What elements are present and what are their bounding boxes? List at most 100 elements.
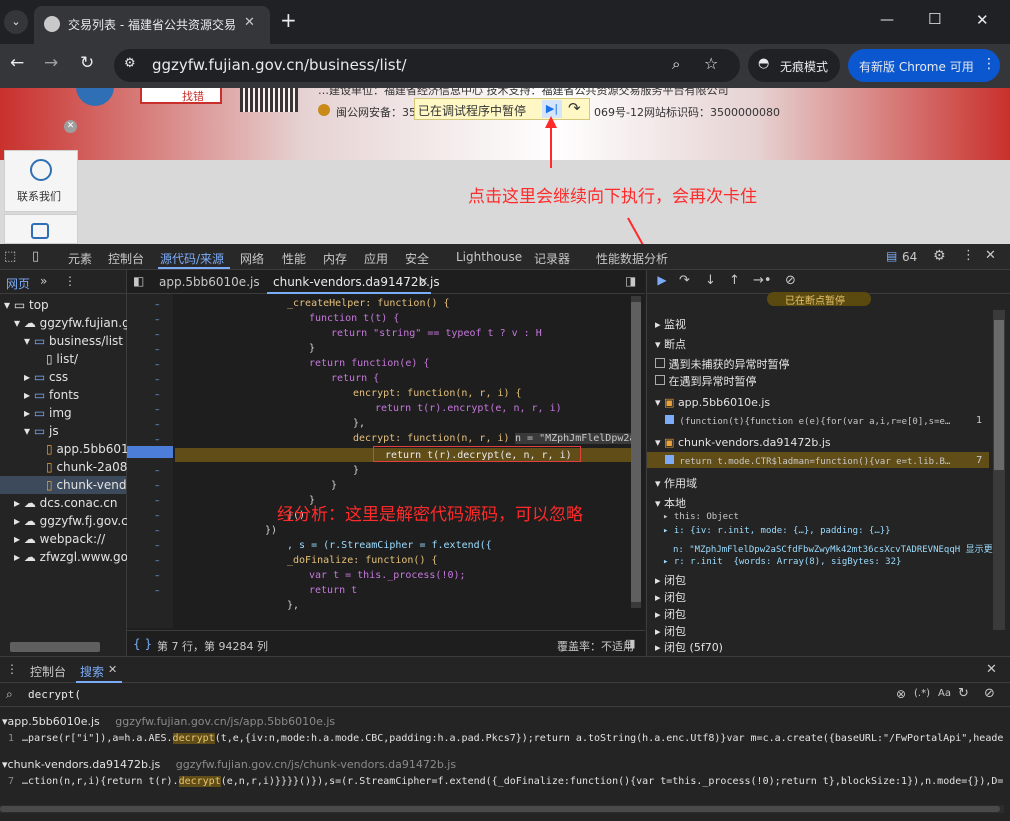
breakpoints-section[interactable]: ▾ 断点 bbox=[655, 336, 686, 352]
result-file-app[interactable]: ▾app.5bb6010e.js ggzyfw.fujian.gov.cn/js… bbox=[2, 715, 335, 728]
close-devtools-icon[interactable]: ✕ bbox=[985, 248, 996, 263]
scope-section[interactable]: ▾ 作用域 bbox=[655, 475, 697, 491]
sidebar-scroll-thumb[interactable] bbox=[994, 320, 1004, 470]
device-toggle-icon[interactable]: ▯ bbox=[32, 249, 39, 264]
settings-gear-icon[interactable]: ⚙ bbox=[933, 248, 946, 264]
bookmark-star-icon[interactable]: ☆ bbox=[704, 54, 718, 73]
editor-vscrollbar[interactable] bbox=[631, 296, 641, 608]
pause-caught-option[interactable]: 在遇到异常时暂停 bbox=[655, 373, 757, 389]
zoom-icon[interactable]: ⌕ bbox=[672, 55, 680, 73]
sidebar-vscrollbar[interactable] bbox=[993, 310, 1005, 630]
tab-close-icon[interactable]: ✕ bbox=[244, 15, 255, 30]
watch-section[interactable]: ▸ 监视 bbox=[655, 316, 686, 332]
checkbox-icon[interactable] bbox=[655, 358, 665, 368]
clear-search-icon[interactable]: ⊗ bbox=[896, 687, 906, 701]
resume-execution-button[interactable]: ▶ bbox=[653, 273, 671, 291]
drawer-tab-search[interactable]: 搜索 bbox=[80, 663, 104, 680]
tree-top[interactable]: ▾ ▭ top bbox=[4, 298, 49, 312]
scope-n[interactable]: n: "MZphJmFlelDpw2aSCfdFbwZwyMk42mt36csX… bbox=[673, 542, 993, 555]
forward-button[interactable]: → bbox=[44, 53, 58, 73]
tab-network[interactable]: 网络 bbox=[240, 250, 264, 267]
tree-folder-img[interactable]: ▸ ▭ img bbox=[24, 406, 72, 420]
local-scope[interactable]: ▾ 本地 bbox=[655, 495, 686, 511]
contact-us-widget[interactable]: 联系我们 bbox=[4, 150, 78, 212]
bp-entry-app[interactable]: (function(t){function e(e){for(var a,i,r… bbox=[665, 415, 950, 427]
tab-console[interactable]: 控制台 bbox=[108, 250, 144, 267]
find-error-badge[interactable]: 找错 bbox=[140, 88, 222, 104]
address-bar[interactable]: ⚙ ggzyfw.fujian.gov.cn/business/list/ ⌕ … bbox=[114, 49, 740, 82]
closure-1[interactable]: ▸ 闭包 bbox=[655, 572, 686, 588]
step-out-icon[interactable]: ↑ bbox=[729, 273, 740, 288]
tree-folder-fonts[interactable]: ▸ ▭ fonts bbox=[24, 388, 79, 402]
menu-dots-icon[interactable]: ⋮ bbox=[982, 56, 996, 72]
closure-5[interactable]: ▸ 闭包 (5f70) bbox=[655, 639, 723, 655]
editor-tab-app[interactable]: app.5bb6010e.js bbox=[159, 275, 260, 289]
toggle-navigator-icon[interactable]: ◧ bbox=[133, 274, 144, 288]
tree-domain-conac[interactable]: ▸ ☁ dcs.conac.cn bbox=[14, 496, 117, 510]
nav-tab-page[interactable]: 网页 bbox=[6, 275, 30, 292]
refresh-search-icon[interactable]: ↻ bbox=[958, 686, 969, 701]
closure-4[interactable]: ▸ 闭包 bbox=[655, 623, 686, 639]
clear-results-icon[interactable]: ⊘ bbox=[984, 686, 995, 701]
tab-performance[interactable]: 性能 bbox=[282, 250, 306, 267]
nav-menu-icon[interactable]: ⋮ bbox=[64, 274, 76, 288]
tree-webpack[interactable]: ▸ ☁ webpack:// bbox=[14, 532, 105, 546]
close-window-button[interactable]: ✕ bbox=[976, 11, 989, 29]
tab-security[interactable]: 安全 bbox=[405, 250, 429, 267]
close-drawer-icon[interactable]: ✕ bbox=[986, 662, 997, 677]
issues-icon[interactable]: ▤ bbox=[886, 249, 897, 263]
tab-perf-insights[interactable]: 性能数据分析 bbox=[596, 250, 668, 267]
regex-toggle[interactable]: (.*) bbox=[914, 688, 930, 699]
tab-elements[interactable]: 元素 bbox=[68, 250, 92, 267]
minimize-button[interactable]: — bbox=[880, 12, 894, 28]
tab-memory[interactable]: 内存 bbox=[323, 250, 347, 267]
search-result-line[interactable]: 7 …ction(n,r,i){return t(r).decrypt(e,n,r… bbox=[8, 776, 1004, 787]
tree-domain-fj[interactable]: ▸ ☁ ggzyfw.fj.gov.cn bbox=[14, 514, 135, 528]
tree-folder-css[interactable]: ▸ ▭ css bbox=[24, 370, 68, 384]
scope-r[interactable]: ▸ r: r.init {words: Array(8), sigBytes: … bbox=[663, 557, 901, 567]
bp-file-app[interactable]: ▾ ▣ app.5bb6010e.js bbox=[655, 396, 770, 409]
step-over-icon[interactable]: ↷ bbox=[679, 273, 690, 288]
bp-entry-vendors[interactable]: return t.mode.CTR$ladman=function(){var … bbox=[665, 455, 950, 467]
tree-folder-business[interactable]: ▾ ▭ business/list bbox=[24, 334, 123, 348]
tab-search-button[interactable]: ⌄ bbox=[4, 10, 28, 34]
inspect-icon[interactable]: ⬚ bbox=[4, 249, 16, 264]
deactivate-breakpoints-icon[interactable]: ⊘ bbox=[785, 273, 796, 288]
reload-button[interactable]: ↻ bbox=[80, 53, 94, 73]
tree-file-list[interactable]: ▯ list/ bbox=[46, 352, 78, 366]
pause-uncaught-option[interactable]: 遇到未捕获的异常时暂停 bbox=[655, 356, 790, 372]
bp-file-vendors[interactable]: ▾ ▣ chunk-vendors.da91472b.js bbox=[655, 436, 831, 449]
maximize-button[interactable]: ☐ bbox=[928, 10, 941, 28]
more-options-icon[interactable]: ⋮ bbox=[962, 248, 975, 263]
resume-button[interactable]: ▶| bbox=[542, 100, 562, 118]
breakpoint-marker[interactable] bbox=[127, 446, 173, 458]
toggle-debugger-icon[interactable]: ◨ bbox=[625, 274, 636, 288]
drawer-menu-icon[interactable]: ⋮ bbox=[6, 662, 18, 676]
incognito-chip[interactable]: ◓ 无痕模式 bbox=[748, 49, 840, 82]
drawer-hscrollbar[interactable] bbox=[0, 805, 1004, 813]
status-toggle-icon[interactable]: ◨ bbox=[625, 637, 635, 650]
scope-this[interactable]: ▸ this: Object bbox=[663, 512, 739, 522]
checkbox-icon[interactable] bbox=[655, 375, 665, 385]
tab-lighthouse[interactable]: Lighthouse bbox=[456, 250, 522, 264]
new-tab-button[interactable]: + bbox=[280, 8, 297, 32]
step-over-button[interactable]: ↷ bbox=[568, 99, 581, 117]
result-file-vendors[interactable]: ▾chunk-vendors.da91472b.js ggzyfw.fujian… bbox=[2, 758, 456, 771]
editor-scroll-thumb[interactable] bbox=[631, 302, 641, 602]
closure-2[interactable]: ▸ 闭包 bbox=[655, 589, 686, 605]
tab-sources[interactable]: 源代码/来源 bbox=[160, 250, 224, 267]
editor-tab-vendors[interactable]: chunk-vendors.da91472b.js bbox=[273, 275, 440, 289]
drawer-tab-console[interactable]: 控制台 bbox=[30, 663, 66, 680]
drawer-scroll-thumb[interactable] bbox=[0, 806, 1000, 812]
tree-file-chunk2a08[interactable]: ▯ chunk-2a08 bbox=[46, 460, 127, 474]
side-widget-2[interactable] bbox=[4, 214, 78, 244]
back-button[interactable]: ← bbox=[10, 53, 24, 73]
close-float-icon[interactable]: ✕ bbox=[64, 120, 77, 133]
closure-3[interactable]: ▸ 闭包 bbox=[655, 606, 686, 622]
drawer-tab-close-icon[interactable]: ✕ bbox=[108, 663, 117, 676]
site-info-icon[interactable]: ⚙ bbox=[124, 56, 136, 71]
update-chrome-button[interactable]: 有新版 Chrome 可用 ⋮ bbox=[848, 49, 1000, 82]
issues-count[interactable]: 64 bbox=[902, 250, 917, 264]
tree-folder-js[interactable]: ▾ ▭ js bbox=[24, 424, 59, 438]
case-toggle[interactable]: Aa bbox=[938, 688, 951, 699]
